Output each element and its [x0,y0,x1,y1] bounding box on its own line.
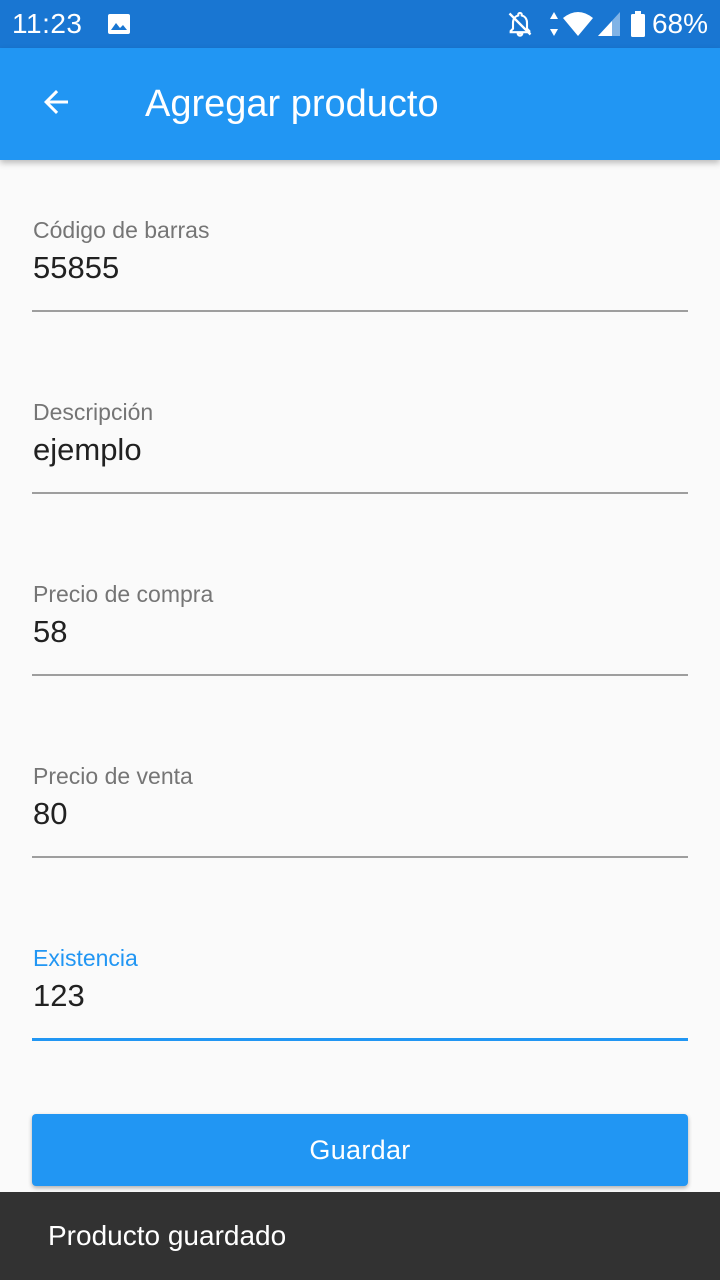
battery-icon [630,10,646,38]
status-time: 11:23 [12,8,83,39]
field-underline [32,674,688,676]
sale-price-label: Precio de venta [33,763,193,789]
sale-price-field[interactable]: Precio de venta 80 [32,762,688,874]
page-title: Agregar producto [145,83,439,125]
stock-label: Existencia [33,945,138,971]
sale-price-input[interactable]: 80 [33,794,67,834]
barcode-label: Código de barras [33,217,210,243]
description-label: Descripción [33,399,154,425]
purchase-price-label: Precio de compra [33,581,214,607]
save-button[interactable]: Guardar [32,1114,688,1186]
notifications-off-icon [506,10,534,38]
description-field[interactable]: Descripción ejemplo [32,398,688,510]
status-bar: 11:23 68% [0,0,720,48]
data-arrows-icon [548,10,560,38]
field-underline-focused [32,1038,688,1041]
barcode-input[interactable]: 55855 [33,248,119,288]
status-icons: 68% [506,8,708,40]
cell-signal-icon [596,10,622,38]
arrow-back-icon [38,84,74,125]
description-input[interactable]: ejemplo [33,430,142,470]
field-underline [32,856,688,858]
image-icon [107,12,131,36]
screen: 11:23 68% Agregar producto Código de bar… [0,0,720,1280]
field-underline [32,310,688,312]
app-bar: Agregar producto [0,48,720,160]
field-underline [32,492,688,494]
back-button[interactable] [20,68,92,140]
purchase-price-input[interactable]: 58 [33,612,67,652]
stock-input[interactable]: 123 [33,976,85,1016]
wifi-icon [562,10,594,38]
battery-percent: 68% [651,8,708,39]
barcode-field[interactable]: Código de barras 55855 [32,216,688,328]
snackbar-message: Producto guardado [48,1220,287,1251]
stock-field[interactable]: Existencia 123 [32,944,688,1056]
snackbar: Producto guardado [0,1192,720,1280]
purchase-price-field[interactable]: Precio de compra 58 [32,580,688,692]
